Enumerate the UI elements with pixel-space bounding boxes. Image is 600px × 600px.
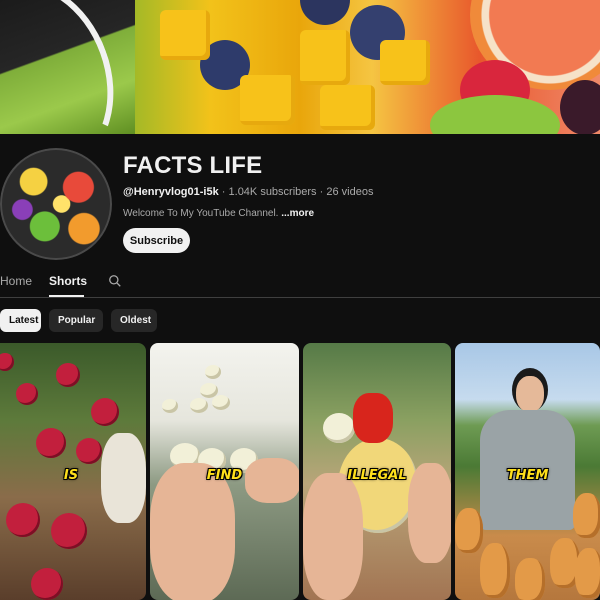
short-video-thumbnail[interactable]: ILLEGAL [303, 343, 451, 600]
banner-mango-cube [320, 85, 375, 130]
person [470, 368, 580, 548]
banner-mango-cube [240, 75, 295, 125]
coffee-cherry [56, 363, 80, 387]
butternut-squash [480, 543, 510, 598]
banner-blueberry [300, 0, 350, 25]
banner-grapes [560, 80, 600, 134]
quail-egg [205, 365, 221, 379]
hand [150, 463, 235, 600]
subscribe-button[interactable]: Subscribe [123, 228, 190, 253]
video-count: 26 videos [326, 186, 374, 198]
channel-tabs: Home Shorts [0, 268, 600, 298]
butternut-squash [455, 508, 483, 553]
coffee-cherry [0, 353, 14, 371]
coffee-cherry [76, 438, 102, 464]
quail-egg [212, 395, 230, 410]
hand [303, 473, 363, 600]
short-video-thumbnail[interactable]: FIND [150, 343, 299, 600]
channel-description[interactable]: Welcome To My YouTube Channel. ...more [123, 208, 314, 219]
tab-shorts[interactable]: Shorts [49, 274, 87, 288]
filter-popular[interactable]: Popular [49, 309, 103, 332]
avatar-ring [0, 148, 112, 260]
channel-title: FACTS LIFE [123, 152, 263, 179]
tab-home[interactable]: Home [0, 274, 32, 288]
channel-avatar[interactable] [0, 148, 112, 260]
butternut-squash [573, 493, 600, 538]
search-icon[interactable] [108, 274, 122, 288]
short-caption: IS [63, 468, 79, 483]
filter-oldest[interactable]: Oldest [111, 309, 157, 332]
banner-kiwi [430, 95, 560, 134]
banner-mango-cube [300, 30, 350, 85]
coffee-cherry [31, 568, 63, 600]
quail-egg [162, 399, 178, 413]
short-caption: THEM [506, 468, 549, 483]
channel-meta: @Henryvlog01-i5k · 1.04K subscribers · 2… [123, 186, 373, 198]
filter-latest[interactable]: Latest [0, 309, 41, 332]
short-video-thumbnail[interactable]: THEM [455, 343, 600, 600]
butternut-squash [575, 548, 600, 598]
coffee-cherry [16, 383, 38, 405]
red-shell [353, 393, 393, 443]
coffee-cherry [91, 398, 119, 426]
butternut-squash [515, 558, 545, 600]
active-tab-indicator [49, 295, 84, 297]
short-video-thumbnail[interactable]: IS [0, 343, 146, 600]
subscriber-count: 1.04K subscribers [228, 186, 317, 198]
coffee-cherry [36, 428, 66, 458]
meta-separator: · [221, 186, 229, 198]
quail-egg [190, 398, 208, 413]
egg [323, 413, 355, 443]
banner-mango-cube [160, 10, 210, 60]
short-caption: FIND [206, 468, 243, 483]
channel-banner [0, 0, 600, 134]
description-text: Welcome To My YouTube Channel. [123, 208, 279, 219]
coffee-cherry [6, 503, 40, 537]
channel-handle: @Henryvlog01-i5k [123, 186, 219, 198]
coffee-cherry [51, 513, 87, 549]
description-more-link[interactable]: ...more [281, 208, 314, 219]
short-caption: ILLEGAL [347, 468, 407, 483]
banner-mango-cube [380, 40, 430, 85]
